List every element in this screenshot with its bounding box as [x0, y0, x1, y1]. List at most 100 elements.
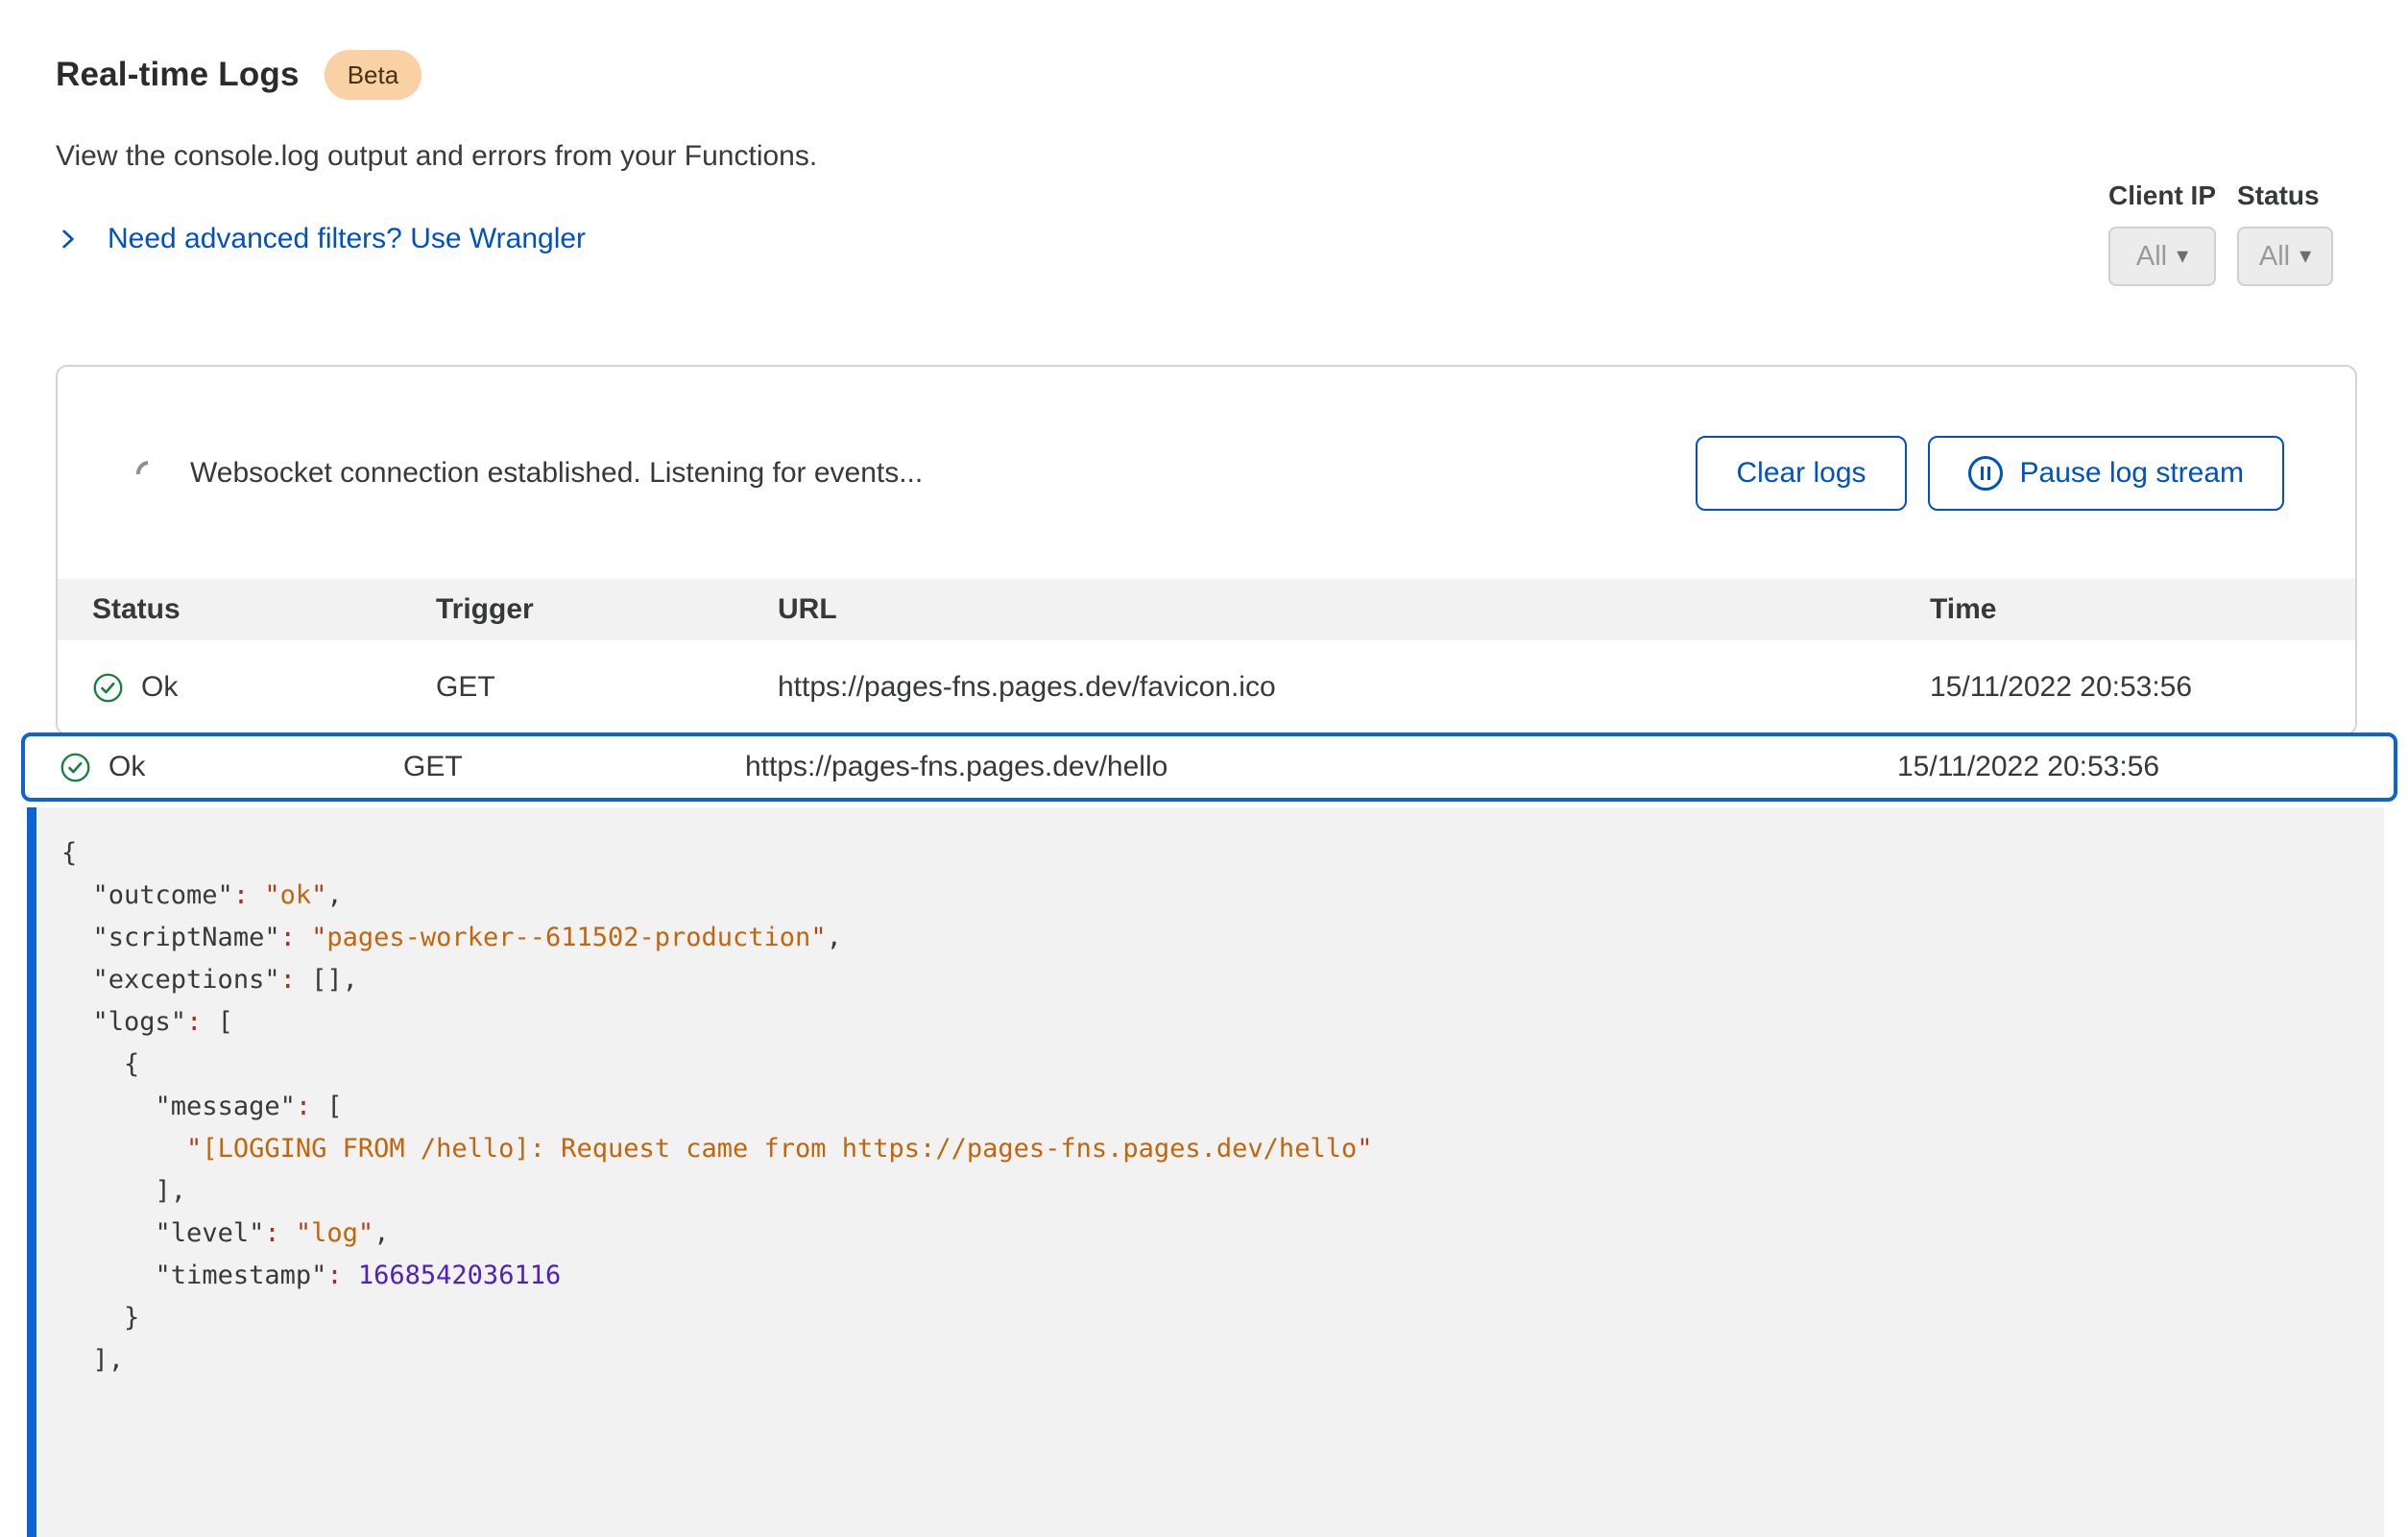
json-token: ], [61, 1176, 186, 1206]
status-filter: Status All ▾ [2237, 180, 2333, 286]
json-token: "level" [156, 1218, 265, 1248]
json-token: " [358, 1218, 373, 1248]
json-token [61, 923, 93, 952]
client-ip-filter-label: Client IP [2108, 180, 2216, 211]
json-token [296, 923, 311, 952]
caret-down-icon: ▾ [2177, 245, 2188, 268]
row-status: Ok [141, 671, 178, 704]
table-row-selected[interactable]: Ok GET https://pages-fns.pages.dev/hello… [21, 732, 2397, 802]
caret-down-icon: ▾ [2300, 245, 2311, 268]
websocket-status-text: Websocket connection established. Listen… [190, 457, 923, 490]
json-token: " [810, 923, 826, 952]
json-token: [], [296, 965, 358, 995]
json-token: "message" [156, 1092, 296, 1121]
json-token: "logs" [93, 1007, 187, 1037]
page-subtitle: View the console.log output and errors f… [56, 140, 817, 173]
pause-icon [1968, 456, 2003, 491]
json-token: " [1357, 1134, 1372, 1164]
json-token: "outcome" [93, 880, 233, 910]
json-token [61, 1007, 93, 1037]
json-token: ok [280, 880, 312, 910]
json-line: { [61, 1044, 2384, 1086]
json-token [280, 1218, 296, 1248]
row-url: https://pages-fns.pages.dev/favicon.ico [778, 671, 1930, 704]
row-trigger: GET [436, 671, 778, 704]
success-check-icon [60, 752, 91, 783]
column-header-time: Time [1930, 593, 2321, 626]
page-title: Real-time Logs [56, 56, 300, 94]
json-token: [LOGGING FROM /hello]: Request came from… [202, 1134, 1357, 1164]
log-stream-card: Websocket connection established. Listen… [56, 365, 2357, 735]
json-token: " [296, 1218, 311, 1248]
json-token: : [326, 1261, 342, 1290]
status-filter-value: All [2259, 241, 2290, 273]
json-token: { [61, 838, 77, 868]
wrangler-link-row[interactable]: Need advanced filters? Use Wrangler [56, 223, 817, 255]
row-trigger: GET [403, 751, 745, 783]
json-token [61, 1092, 156, 1121]
client-ip-filter-select[interactable]: All ▾ [2108, 227, 2216, 286]
json-token: : [186, 1007, 202, 1037]
json-token: : [233, 880, 249, 910]
pause-log-stream-button[interactable]: Pause log stream [1928, 436, 2284, 511]
row-time: 15/11/2022 20:53:56 [1897, 751, 2359, 783]
table-row[interactable]: Ok GET https://pages-fns.pages.dev/favic… [58, 640, 2355, 734]
json-line: "outcome": "ok", [61, 875, 2384, 917]
json-token: "exceptions" [93, 965, 280, 995]
json-token: : [280, 965, 296, 995]
json-line: "exceptions": [], [61, 959, 2384, 1001]
json-token: } [61, 1303, 139, 1333]
json-token [249, 880, 264, 910]
json-token: , [326, 880, 342, 910]
json-token: "scriptName" [93, 923, 280, 952]
success-check-icon [92, 672, 124, 704]
chevron-right-icon [56, 227, 81, 252]
json-line: "logs": [ [61, 1001, 2384, 1044]
json-line: "[LOGGING FROM /hello]: Request came fro… [61, 1128, 2384, 1170]
page-header: Real-time Logs Beta View the console.log… [56, 50, 817, 255]
filters: Client IP All ▾ Status All ▾ [2108, 180, 2333, 286]
json-token: ], [61, 1345, 124, 1375]
json-token: [ [202, 1007, 233, 1037]
json-token: " [186, 1134, 202, 1164]
row-time: 15/11/2022 20:53:56 [1930, 671, 2321, 704]
json-line: } [61, 1297, 2384, 1339]
json-token [61, 1218, 156, 1248]
clear-logs-label: Clear logs [1736, 457, 1866, 490]
loading-spinner-icon [132, 455, 167, 491]
json-token [61, 880, 93, 910]
json-token [343, 1261, 358, 1290]
json-token: [ [311, 1092, 343, 1121]
json-token: " [311, 923, 326, 952]
pause-log-stream-label: Pause log stream [2020, 457, 2244, 490]
clear-logs-button[interactable]: Clear logs [1696, 436, 1906, 511]
json-token: { [61, 1049, 139, 1079]
json-token: "timestamp" [156, 1261, 327, 1290]
json-token: , [827, 923, 842, 952]
row-url: https://pages-fns.pages.dev/hello [745, 751, 1897, 783]
column-header-trigger: Trigger [436, 593, 778, 626]
column-header-status: Status [92, 593, 436, 626]
client-ip-filter: Client IP All ▾ [2108, 180, 2216, 286]
json-token [61, 1261, 156, 1290]
json-line: "scriptName": "pages-worker--611502-prod… [61, 917, 2384, 959]
json-token: : [296, 1092, 311, 1121]
json-token: " [311, 880, 326, 910]
table-header: Status Trigger URL Time [58, 579, 2355, 640]
json-token: : [280, 923, 296, 952]
json-token: : [264, 1218, 279, 1248]
json-line: ], [61, 1170, 2384, 1213]
status-filter-select[interactable]: All ▾ [2237, 227, 2333, 286]
json-token: " [264, 880, 279, 910]
json-log-detail: { "outcome": "ok", "scriptName": "pages-… [27, 807, 2384, 1537]
json-token [61, 1134, 186, 1164]
beta-badge: Beta [325, 50, 422, 100]
column-header-url: URL [778, 593, 1930, 626]
json-token: log [311, 1218, 358, 1248]
expanded-log-entry: Ok GET https://pages-fns.pages.dev/hello… [21, 732, 2397, 1537]
client-ip-filter-value: All [2136, 241, 2167, 273]
json-line: "message": [ [61, 1086, 2384, 1128]
wrangler-link[interactable]: Need advanced filters? Use Wrangler [108, 223, 586, 255]
status-filter-label: Status [2237, 180, 2333, 211]
json-line: "timestamp": 1668542036116 [61, 1255, 2384, 1297]
